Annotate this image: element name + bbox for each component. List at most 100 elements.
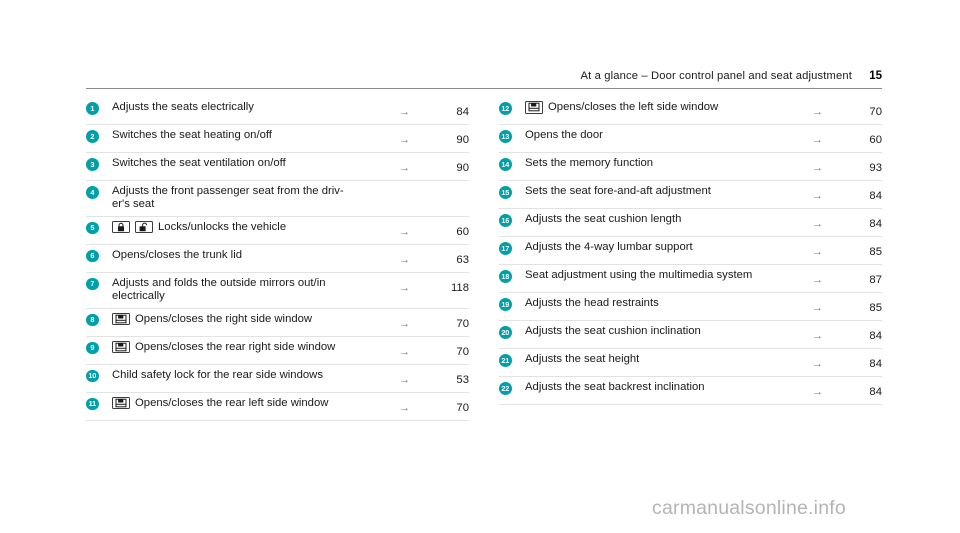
label-cell: Adjusts the seat height (525, 353, 812, 366)
page-reference-cell[interactable]: 118 (439, 277, 469, 296)
page-reference-cell[interactable]: 84 (852, 185, 882, 204)
page-reference[interactable]: 70 (456, 346, 469, 358)
legend-row: 1 Adjusts the seats electrically → 84 (86, 97, 469, 125)
page-reference[interactable]: 70 (456, 318, 469, 330)
cross-reference-arrow-icon: → (812, 330, 823, 342)
page-reference[interactable]: 70 (456, 402, 469, 414)
label-cell: Opens/closes the left side window (525, 101, 812, 114)
page-number: 15 (869, 70, 882, 82)
page-reference[interactable]: 84 (869, 218, 882, 230)
page-reference-cell[interactable]: 53 (439, 369, 469, 388)
arrow-cell: → (399, 369, 439, 388)
callout-badge: 3 (86, 158, 99, 171)
page-reference-cell[interactable]: 84 (439, 101, 469, 120)
badge-cell: 9 (86, 341, 112, 355)
legend-label: Seat adjustment using the multimedia sys… (525, 269, 753, 281)
legend-row: 9 Opens/closes the rear right side window… (86, 337, 469, 365)
page-reference[interactable]: 84 (869, 358, 882, 370)
label-cell: Adjusts the 4-way lumbar support (525, 241, 812, 254)
page-reference[interactable]: 60 (869, 134, 882, 146)
legend-row: 19 Adjusts the head restraints → 85 (499, 293, 882, 321)
legend-row: 17 Adjusts the 4-way lumbar support → 85 (499, 237, 882, 265)
legend-label: Adjusts the seats electrically (112, 101, 254, 113)
page-reference-cell[interactable]: 70 (439, 341, 469, 360)
badge-cell: 17 (499, 241, 525, 255)
cross-reference-arrow-icon: → (399, 401, 410, 414)
page-reference[interactable]: 84 (869, 330, 882, 342)
badge-cell: 2 (86, 129, 112, 143)
badge-cell: 5 (86, 221, 112, 235)
page-reference-cell[interactable]: 63 (439, 249, 469, 268)
cross-reference-arrow-icon: → (812, 134, 823, 146)
page-reference-cell[interactable]: 90 (439, 157, 469, 176)
page-reference-cell[interactable]: 93 (852, 157, 882, 176)
arrow-cell: → (399, 249, 439, 268)
badge-cell: 21 (499, 353, 525, 367)
page-reference-cell[interactable]: 84 (852, 213, 882, 232)
arrow-cell: → (812, 269, 852, 288)
legend-row: 5 Locks/unlocks the vehicle → 60 (86, 217, 469, 245)
legend-label: Switches the seat heating on/off (112, 129, 272, 141)
callout-badge: 2 (86, 130, 99, 143)
page-reference[interactable]: 90 (456, 162, 469, 174)
label-cell: Opens/closes the rear left side window (112, 396, 399, 410)
arrow-cell: → (399, 397, 439, 416)
cross-reference-arrow-icon: → (812, 190, 823, 202)
page-reference[interactable]: 84 (869, 386, 882, 398)
legend-row: 22 Adjusts the seat backrest inclination →… (499, 377, 882, 405)
page-reference[interactable]: 118 (451, 282, 469, 294)
legend-row: 8 Opens/closes the right side window → 70 (86, 309, 469, 337)
arrow-cell: → (812, 101, 852, 120)
cross-reference-arrow-icon: → (812, 274, 823, 286)
label-cell: Sets the seat fore-and-aft adjustment (525, 185, 812, 198)
legend-label: Opens/closes the rear right side window (135, 340, 336, 353)
page-reference-cell[interactable]: 70 (852, 101, 882, 120)
page-reference[interactable]: 84 (456, 106, 469, 118)
cross-reference-arrow-icon: → (812, 302, 823, 314)
legend-label: Adjusts the front passenger seat from th… (112, 185, 344, 211)
legend-row: 7 Adjusts and folds the outside mirrors o… (86, 273, 469, 309)
page-reference-cell[interactable]: 84 (852, 325, 882, 344)
page-reference[interactable]: 85 (869, 302, 882, 314)
callout-badge: 21 (499, 354, 512, 367)
legend-label: Adjusts the seat cushion length (525, 213, 682, 225)
page-reference[interactable]: 93 (869, 162, 882, 174)
page-reference[interactable]: 90 (456, 134, 469, 146)
page-reference-cell[interactable]: 60 (852, 129, 882, 148)
page-reference[interactable]: 84 (869, 190, 882, 202)
badge-cell: 22 (499, 381, 525, 395)
legend-label: Opens/closes the right side window (135, 312, 313, 325)
legend-label: Adjusts and folds the outside mirrors ou… (112, 276, 326, 303)
label-cell: Adjusts the head restraints (525, 297, 812, 310)
page-reference-cell[interactable]: 85 (852, 241, 882, 260)
badge-cell: 15 (499, 185, 525, 199)
arrow-cell: → (812, 325, 852, 344)
page-reference-cell[interactable]: 87 (852, 269, 882, 288)
page-reference-cell[interactable] (439, 185, 469, 186)
page-reference-cell[interactable]: 84 (852, 381, 882, 400)
callout-badge: 11 (86, 397, 99, 411)
callout-badge: 13 (499, 130, 512, 143)
arrow-cell: → (399, 313, 439, 332)
page-reference-cell[interactable]: 70 (439, 397, 469, 416)
page-reference-cell[interactable]: 84 (852, 353, 882, 372)
legend-label: Opens/closes the trunk lid (112, 248, 242, 261)
page-reference[interactable]: 53 (456, 374, 469, 386)
page-reference[interactable]: 63 (456, 254, 469, 266)
cross-reference-arrow-icon: → (812, 218, 823, 230)
page-reference-cell[interactable]: 85 (852, 297, 882, 316)
page-reference[interactable]: 87 (869, 274, 882, 286)
badge-cell: 18 (499, 269, 525, 283)
callout-badge: 19 (499, 298, 512, 311)
side-window-icon (525, 101, 543, 114)
page-reference[interactable]: 70 (869, 106, 882, 118)
page-reference-cell[interactable]: 90 (439, 129, 469, 148)
page-reference-cell[interactable]: 70 (439, 313, 469, 332)
page-reference[interactable]: 85 (869, 246, 882, 258)
callout-badge: 6 (86, 249, 99, 263)
badge-cell: 6 (86, 249, 112, 263)
page-reference[interactable]: 60 (456, 226, 469, 238)
page-reference-cell[interactable]: 60 (439, 221, 469, 240)
legend-row: 2 Switches the seat heating on/off → 90 (86, 125, 469, 153)
watermark: carmanualsonline.info (652, 497, 846, 519)
